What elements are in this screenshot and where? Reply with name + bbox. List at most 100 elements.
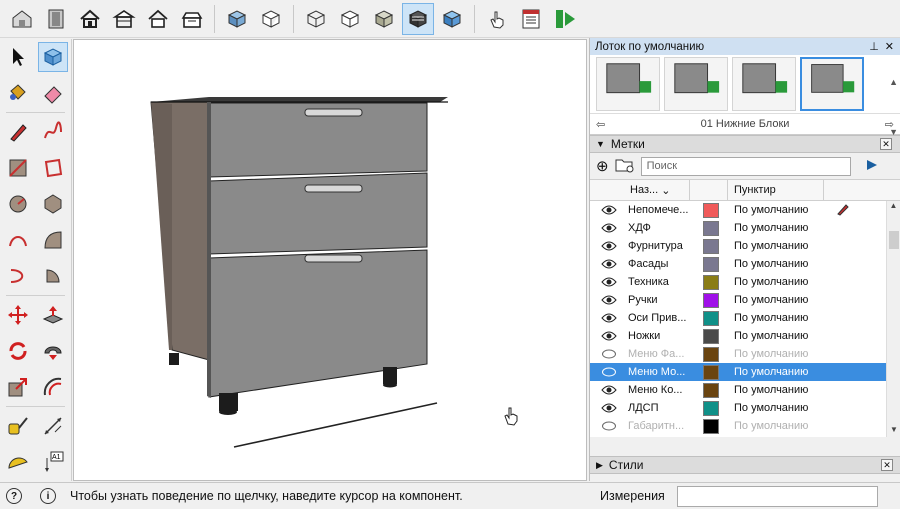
wireframe-style-icon[interactable] — [300, 3, 332, 35]
measurements-input[interactable] — [677, 486, 878, 507]
tag-name[interactable]: ХДФ — [628, 222, 690, 234]
tag-color-swatch[interactable] — [703, 238, 719, 254]
tag-color-swatch[interactable] — [703, 274, 719, 290]
details-arrow-icon[interactable] — [865, 158, 879, 175]
tag-dash[interactable]: По умолчанию — [728, 204, 824, 216]
tag-row[interactable]: Ножки По умолчанию — [590, 327, 900, 345]
tag-name[interactable]: Оси Прив... — [628, 312, 690, 324]
model-viewport[interactable] — [73, 39, 587, 481]
tag-dash[interactable]: По умолчанию — [728, 402, 824, 414]
component-thumbnail[interactable] — [732, 57, 796, 111]
tag-color-swatch[interactable] — [703, 202, 719, 218]
tag-color-swatch[interactable] — [703, 256, 719, 272]
eraser-icon[interactable] — [38, 78, 68, 108]
eye-visible-icon[interactable] — [590, 313, 628, 323]
tag-color-swatch[interactable] — [703, 436, 719, 437]
push-pull-icon[interactable] — [38, 300, 68, 330]
tag-color-swatch[interactable] — [703, 292, 719, 308]
tag-name[interactable]: Меню Фа... — [628, 348, 690, 360]
tag-row[interactable]: Выдвижн...По умолчанию — [590, 435, 900, 437]
tag-row[interactable]: Ручки По умолчанию — [590, 291, 900, 309]
tag-color-swatch[interactable] — [703, 382, 719, 398]
add-tag-icon[interactable]: ⊕ — [596, 157, 609, 175]
home-right-icon[interactable] — [142, 3, 174, 35]
back-arrow-icon[interactable]: ⇦ — [596, 118, 605, 131]
styles-section-header[interactable]: ▶ Стили ✕ — [590, 456, 900, 474]
eye-visible-icon[interactable] — [590, 331, 628, 341]
geo-location-icon[interactable]: ? — [6, 488, 22, 504]
tape-measure-icon[interactable] — [3, 411, 33, 441]
tag-row[interactable]: Габаритн... По умолчанию — [590, 417, 900, 435]
tag-row[interactable]: Меню Ко... По умолчанию — [590, 381, 900, 399]
tag-name[interactable]: Ножки — [628, 330, 690, 342]
select-arrow-icon[interactable] — [3, 42, 33, 72]
tag-name[interactable]: ЛДСП — [628, 402, 690, 414]
polygon-icon[interactable] — [38, 189, 68, 219]
eye-visible-icon[interactable] — [590, 223, 628, 233]
tag-row[interactable]: Фурнитура По умолчанию — [590, 237, 900, 255]
three-point-arc-icon[interactable] — [3, 261, 33, 291]
eye-hidden-icon[interactable] — [590, 349, 628, 359]
tags-search-input[interactable]: Поиск — [640, 156, 851, 176]
tag-name[interactable]: Ручки — [628, 294, 690, 306]
home-front-icon[interactable] — [74, 3, 106, 35]
make-component-icon[interactable] — [38, 42, 69, 72]
warehouse-iso-icon[interactable] — [6, 3, 38, 35]
tag-row[interactable]: Меню Мо... По умолчанию — [590, 363, 900, 381]
dimension-icon[interactable] — [38, 411, 68, 441]
follow-me-icon[interactable] — [38, 336, 68, 366]
component-attributes-icon[interactable] — [549, 3, 581, 35]
tag-dash[interactable]: По умолчанию — [728, 348, 824, 360]
line-pencil-icon[interactable] — [3, 117, 33, 147]
pin-icon[interactable]: ⊥ — [869, 40, 879, 53]
rectangle-icon[interactable] — [3, 153, 33, 183]
tag-name[interactable]: Меню Ко... — [628, 384, 690, 396]
arc-icon[interactable] — [3, 225, 33, 255]
pencil-icon[interactable] — [836, 202, 850, 219]
eye-visible-icon[interactable] — [590, 295, 628, 305]
pie-icon[interactable] — [38, 261, 68, 291]
back-edges-style-icon[interactable] — [255, 3, 287, 35]
tag-color-swatch[interactable] — [703, 400, 719, 416]
tags-section-header[interactable]: ▼ Метки ✕ — [590, 135, 900, 153]
tag-dash[interactable]: По умолчанию — [728, 222, 824, 234]
column-name[interactable]: Наз... ⌄ — [628, 180, 690, 200]
component-thumbnail[interactable] — [596, 57, 660, 111]
column-color[interactable] — [690, 180, 728, 200]
rotated-rectangle-icon[interactable] — [38, 153, 68, 183]
tag-name[interactable]: Фасады — [628, 258, 690, 270]
close-icon[interactable]: ✕ — [881, 459, 893, 471]
tag-color-swatch[interactable] — [703, 310, 719, 326]
tag-color-swatch[interactable] — [703, 328, 719, 344]
tag-name[interactable]: Непомече... — [628, 204, 690, 216]
tag-name[interactable]: Меню Мо... — [628, 366, 690, 378]
protractor-icon[interactable] — [3, 447, 33, 477]
tag-dash[interactable]: По умолчанию — [728, 258, 824, 270]
tag-row[interactable]: ЛДСП По умолчанию — [590, 399, 900, 417]
info-icon[interactable]: i — [40, 488, 56, 504]
close-icon[interactable]: ✕ — [885, 40, 894, 53]
tag-color-swatch[interactable] — [703, 364, 719, 380]
tag-dash[interactable]: По умолчанию — [728, 384, 824, 396]
freehand-icon[interactable] — [38, 117, 68, 147]
tag-name[interactable]: Габаритн... — [628, 420, 690, 432]
door-view-icon[interactable] — [40, 3, 72, 35]
eye-visible-icon[interactable] — [590, 205, 628, 215]
home-top-icon[interactable] — [108, 3, 140, 35]
tag-dash[interactable]: По умолчанию — [728, 294, 824, 306]
interact-hand-icon[interactable] — [481, 3, 513, 35]
tag-dash[interactable]: По умолчанию — [728, 312, 824, 324]
eye-visible-icon[interactable] — [590, 403, 628, 413]
move-icon[interactable] — [3, 300, 33, 330]
tag-color-swatch[interactable] — [703, 220, 719, 236]
add-folder-icon[interactable] — [615, 157, 635, 176]
tag-row[interactable]: Непомече... По умолчанию — [590, 201, 900, 219]
tag-row[interactable]: Техника По умолчанию — [590, 273, 900, 291]
text-label-icon[interactable]: A1 — [38, 447, 68, 477]
tags-scrollbar[interactable]: ▲ ▼ — [886, 201, 900, 437]
tag-name[interactable]: Техника — [628, 276, 690, 288]
eye-visible-icon[interactable] — [590, 241, 628, 251]
paint-bucket-icon[interactable] — [3, 78, 33, 108]
tag-dash[interactable]: По умолчанию — [728, 240, 824, 252]
eye-hidden-icon[interactable] — [590, 421, 628, 431]
